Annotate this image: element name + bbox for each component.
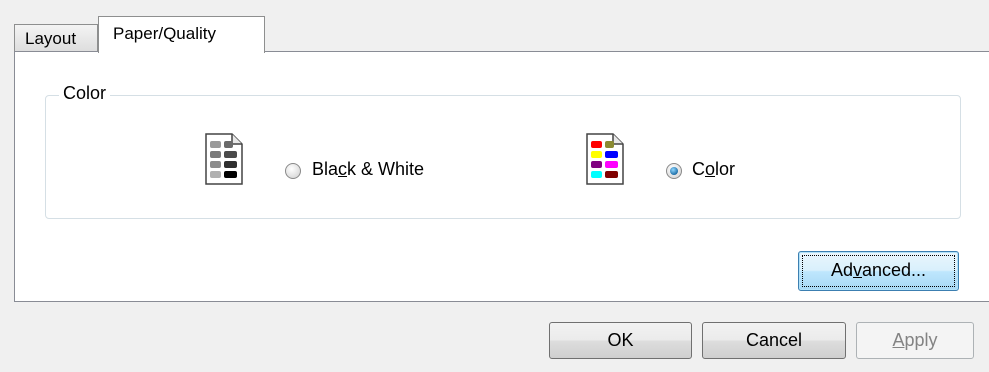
tab-paper-quality[interactable]: Paper/Quality	[98, 16, 265, 53]
cancel-button[interactable]: Cancel	[702, 322, 846, 359]
focus-ring	[802, 255, 955, 287]
radio-selected-dot	[670, 167, 678, 175]
color-radio[interactable]	[666, 163, 682, 179]
color-label[interactable]: Color	[692, 159, 735, 180]
ok-button[interactable]: OK	[549, 322, 692, 359]
color-group-title: Color	[59, 83, 111, 104]
tab-strip: Layout Paper/Quality	[14, 14, 274, 53]
color-document-icon	[585, 133, 625, 185]
color-groupbox: Color Black & White Color	[45, 83, 961, 219]
advanced-button[interactable]: Advanced...	[798, 251, 959, 291]
tab-layout[interactable]: Layout	[14, 24, 98, 53]
tab-panel-paper-quality: Color Black & White Color Advanced...	[14, 51, 989, 302]
apply-button[interactable]: Apply	[856, 322, 974, 359]
grayscale-document-icon	[204, 133, 244, 185]
black-white-label[interactable]: Black & White	[312, 159, 424, 180]
black-white-radio[interactable]	[285, 163, 301, 179]
